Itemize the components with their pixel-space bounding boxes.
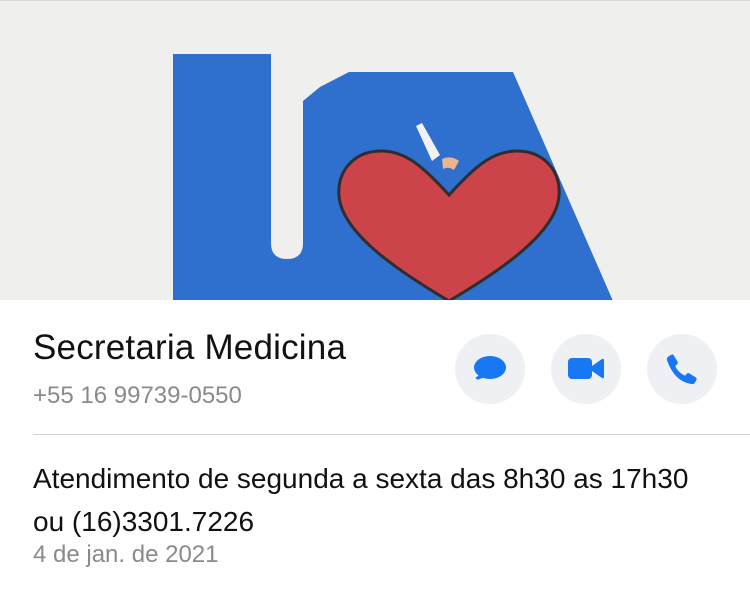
phone-icon — [666, 354, 697, 385]
video-camera-icon — [568, 358, 604, 379]
video-call-button[interactable] — [551, 334, 621, 404]
logo-image — [0, 1, 750, 301]
contact-phone[interactable]: +55 16 99739-0550 — [33, 382, 242, 410]
contact-info-panel: Secretaria Medicina +55 16 99739-0550 At… — [0, 300, 750, 593]
call-button[interactable] — [647, 334, 717, 404]
about-text: Atendimento de segunda a sexta das 8h30 … — [33, 463, 689, 537]
profile-cover-image — [0, 0, 750, 301]
about-date: 4 de jan. de 2021 — [33, 541, 219, 568]
section-divider — [33, 434, 750, 435]
message-button[interactable] — [455, 334, 525, 404]
message-icon — [474, 356, 506, 380]
contact-name: Secretaria Medicina — [33, 328, 347, 367]
